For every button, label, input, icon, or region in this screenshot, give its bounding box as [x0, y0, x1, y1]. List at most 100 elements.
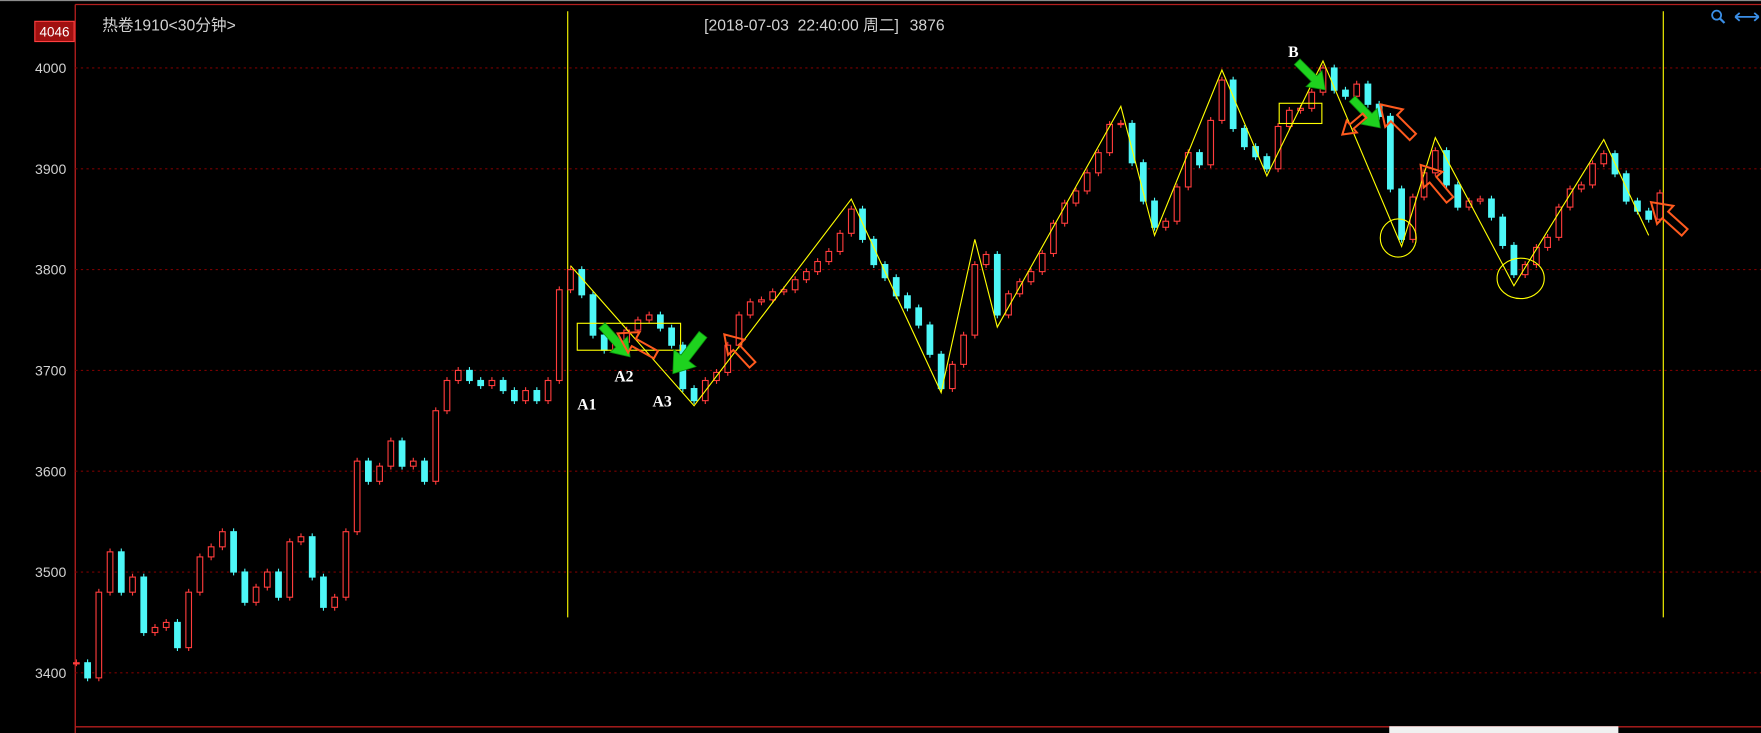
candle-body	[926, 324, 934, 355]
candle-body	[949, 363, 956, 390]
candle	[578, 266, 586, 299]
candle	[252, 583, 260, 606]
candle-body	[657, 314, 664, 329]
candle-body	[1577, 184, 1585, 190]
candle-body	[690, 388, 698, 402]
candle-body	[915, 307, 923, 326]
candle-body	[466, 369, 473, 382]
candle	[1443, 147, 1450, 189]
candle-body	[1656, 192, 1664, 220]
candle	[174, 619, 181, 652]
candle	[230, 528, 237, 576]
candle-body	[1499, 216, 1507, 246]
candle-body	[589, 294, 597, 336]
candle	[84, 659, 91, 682]
candle-body	[219, 531, 226, 548]
candle	[117, 548, 125, 596]
candle	[376, 462, 383, 485]
candle-body	[1398, 188, 1405, 240]
candle	[668, 324, 675, 349]
candle	[320, 573, 327, 611]
y-tick-label: 3400	[35, 665, 66, 681]
candle-body	[971, 264, 979, 336]
candle-body	[207, 546, 215, 558]
candle-body	[196, 556, 204, 593]
candle-body	[769, 291, 777, 301]
candle	[904, 292, 911, 312]
candle-body	[1106, 123, 1113, 154]
candle	[589, 291, 597, 339]
candle-body	[1038, 252, 1046, 273]
candle	[275, 568, 282, 601]
candle	[398, 437, 406, 470]
candle	[185, 588, 193, 652]
candle	[690, 385, 698, 405]
candle-body	[836, 232, 844, 253]
candle-body	[1095, 152, 1102, 174]
candle-body	[1241, 127, 1248, 148]
candle-body	[1488, 198, 1495, 218]
candle	[308, 533, 316, 581]
annotation-label-a2: A2	[614, 369, 633, 386]
candle	[657, 311, 664, 332]
y-tick-label: 4000	[35, 60, 66, 76]
candle	[847, 205, 855, 237]
candle-body	[791, 279, 799, 291]
candle-body	[1600, 153, 1608, 165]
candle-body	[1589, 163, 1596, 186]
candle-body	[825, 250, 833, 263]
candle-body	[758, 299, 765, 303]
candle-body	[308, 536, 316, 578]
candle-body	[353, 460, 361, 533]
candle-body	[174, 621, 181, 649]
candle-body	[1083, 172, 1091, 192]
candle-body	[151, 626, 159, 634]
candle	[219, 528, 226, 551]
candle-body	[993, 253, 1001, 316]
price-chart[interactable]: 4000 3900 3800 3700 3600 3500 3400 4046 热卷1910…	[0, 0, 1761, 733]
candle	[443, 377, 451, 415]
candle-body	[454, 369, 462, 382]
candle-body	[140, 576, 148, 634]
candle-body	[567, 269, 574, 291]
candle-body	[421, 460, 428, 482]
candle-body	[746, 301, 754, 316]
candle	[1083, 169, 1091, 195]
candle	[993, 251, 1001, 319]
candle-body	[1544, 236, 1551, 248]
axis-max-marker-label: 4046	[39, 24, 69, 39]
candle	[432, 407, 440, 485]
candle-body	[1139, 162, 1147, 202]
candle-body	[533, 390, 541, 402]
candle	[140, 573, 148, 636]
candle	[1218, 76, 1226, 124]
y-tick-label: 3700	[35, 362, 66, 378]
candle-body	[230, 531, 237, 573]
candle-body	[477, 379, 485, 387]
candle-body	[1454, 184, 1462, 208]
candle-body	[1207, 119, 1215, 166]
candle	[1589, 160, 1596, 189]
annotation-label-b: B	[1288, 44, 1299, 61]
candle	[95, 588, 103, 682]
candle-body	[578, 269, 586, 296]
y-tick-label: 3500	[35, 564, 66, 580]
candle-body	[1196, 152, 1203, 166]
candle-body	[117, 551, 125, 593]
candle-body	[735, 314, 743, 346]
tooltip-box	[1389, 726, 1619, 733]
axis-max-marker: 4046	[34, 20, 75, 43]
candle-body	[544, 379, 552, 402]
cursor-time: [2018-07-03 22:40:00 周二]	[704, 17, 899, 34]
candle-body	[129, 576, 136, 593]
candle-body	[960, 334, 967, 365]
candle-body	[904, 295, 911, 309]
candle-body	[342, 531, 350, 598]
candle-body	[443, 379, 451, 412]
candle-body	[263, 571, 271, 588]
candle-body	[275, 571, 282, 598]
candle-body	[331, 596, 339, 608]
chart-title: 热卷1910<30分钟>	[102, 16, 236, 34]
candle-body	[106, 551, 114, 593]
candle-body	[555, 289, 563, 382]
